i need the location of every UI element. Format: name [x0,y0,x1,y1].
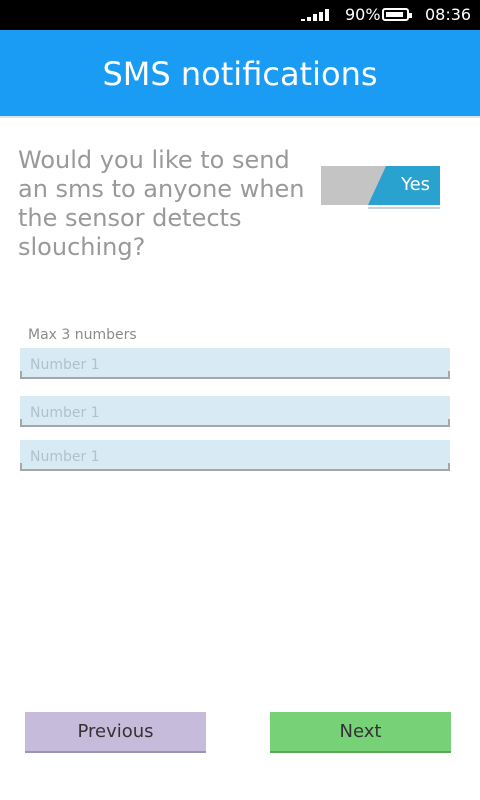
battery-icon [382,8,412,21]
phone-number-input-3[interactable] [20,440,450,469]
signal-bars-icon [301,9,333,21]
phone-number-field-1[interactable] [20,348,450,379]
app-header: SMS notifications [0,30,480,116]
battery-percent: 90% [345,5,381,24]
page-title: SMS notifications [102,55,378,93]
previous-button[interactable]: Previous [25,712,206,753]
phone-number-field-2[interactable] [20,396,450,427]
next-button[interactable]: Next [270,712,451,753]
sms-question: Would you like to send an sms to anyone … [18,146,305,261]
status-bar: 90% 08:36 [0,0,480,30]
sms-toggle[interactable]: Yes [321,166,440,209]
phone-number-input-2[interactable] [20,396,450,425]
clock: 08:36 [425,5,472,24]
phone-number-field-3[interactable] [20,440,450,471]
header-divider [0,116,480,118]
phone-number-input-1[interactable] [20,348,450,377]
toggle-label: Yes [401,174,431,195]
max-numbers-hint: Max 3 numbers [28,327,137,343]
toggle-underline [368,207,440,209]
